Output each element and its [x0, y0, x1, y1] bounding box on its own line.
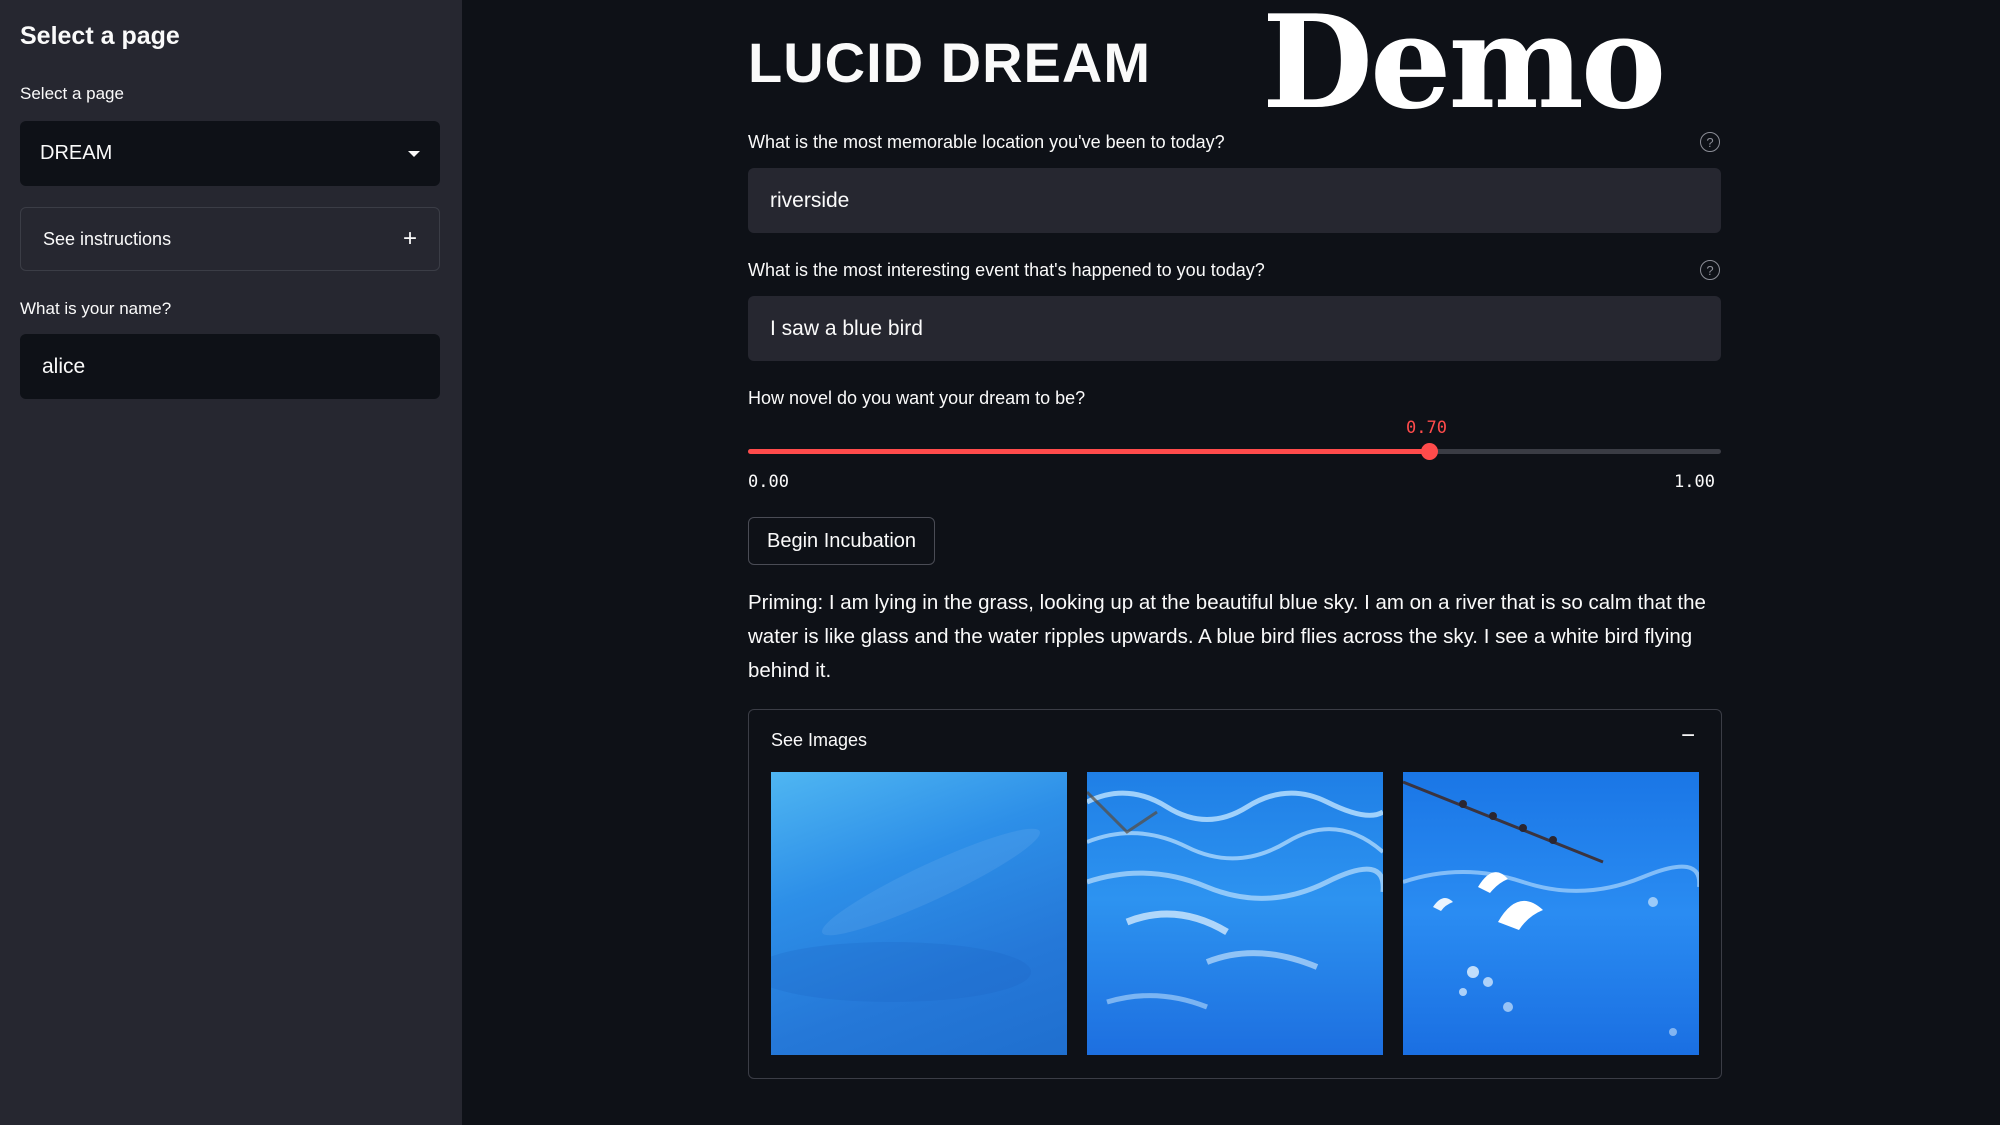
minus-icon[interactable]: −	[1681, 722, 1695, 750]
page-select[interactable]: DREAM	[20, 121, 440, 186]
page-select-value: DREAM	[40, 142, 113, 164]
instructions-expander-label: See instructions	[43, 228, 172, 249]
novelty-slider[interactable]	[748, 443, 1721, 460]
sidebar: Select a page Select a page DREAM See in…	[0, 0, 462, 1125]
chevron-down-icon	[408, 150, 420, 157]
name-input[interactable]: alice	[20, 334, 440, 399]
begin-incubation-button[interactable]: Begin Incubation	[748, 517, 936, 565]
dream-image-1	[771, 772, 1067, 1055]
slider-value: 0.70	[1406, 418, 1447, 438]
novelty-label: How novel do you want your dream to be?	[748, 388, 1086, 408]
plus-icon[interactable]: +	[403, 227, 417, 251]
images-expander-label[interactable]: See Images	[771, 730, 867, 751]
dream-image-2	[1087, 772, 1383, 1055]
help-circle-icon[interactable]: ?	[1700, 260, 1720, 280]
event-input[interactable]: I saw a blue bird	[748, 296, 1721, 361]
slider-max-label: 1.00	[1674, 472, 1715, 492]
help-circle-icon[interactable]: ?	[1700, 132, 1720, 152]
page-title: LUCID DREAM	[748, 31, 1151, 94]
instructions-expander[interactable]: See instructions +	[20, 207, 440, 271]
slider-min-label: 0.00	[748, 472, 789, 492]
slider-thumb[interactable]	[1421, 443, 1439, 460]
images-expander: See Images −	[748, 709, 1722, 1079]
page-select-label: Select a page	[20, 84, 124, 103]
location-input[interactable]: riverside	[748, 168, 1721, 233]
dream-image-3	[1403, 772, 1699, 1055]
sidebar-heading: Select a page	[20, 22, 180, 50]
name-label: What is your name?	[20, 299, 172, 318]
priming-text: Priming: I am lying in the grass, lookin…	[748, 591, 1706, 682]
slider-fill	[748, 449, 1430, 454]
location-label: What is the most memorable location you'…	[748, 132, 1225, 152]
demo-overlay-text: Demo	[1262, 0, 1666, 138]
event-label: What is the most interesting event that'…	[748, 260, 1265, 280]
